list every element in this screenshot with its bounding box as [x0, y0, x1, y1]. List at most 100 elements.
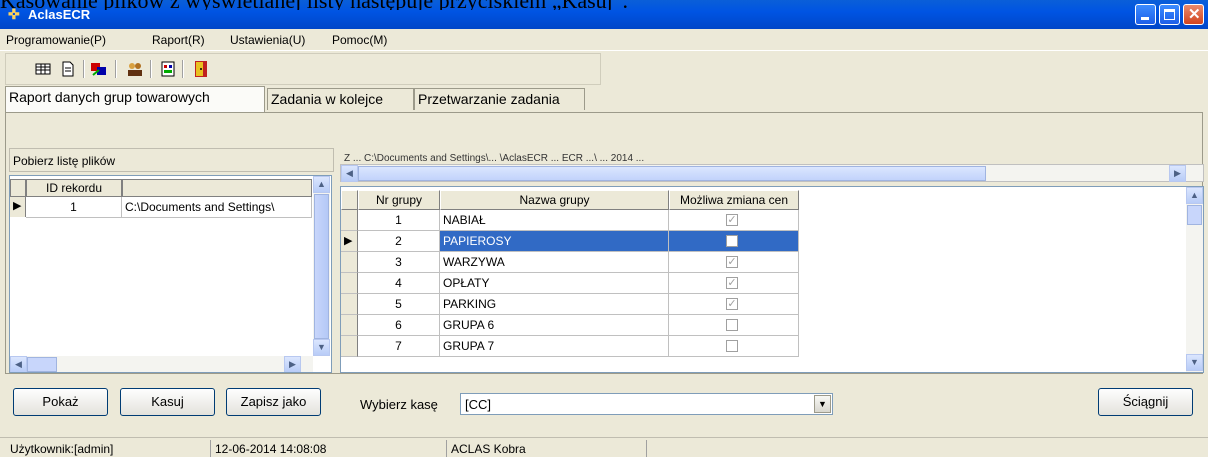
file-id-cell[interactable]: 1	[26, 197, 122, 218]
price-change-cell[interactable]: ✓	[669, 273, 799, 294]
product-groups-grid[interactable]: Nr grupy Nazwa grupy Możliwa zmiana cen …	[340, 186, 1204, 373]
menu-programowanie[interactable]: Programowanie(P)	[6, 33, 106, 47]
close-button[interactable]: ✕	[1183, 4, 1204, 25]
group-number-cell[interactable]: 6	[358, 315, 440, 336]
file-path-cell[interactable]: C:\Documents and Settings\	[122, 197, 312, 218]
row-indicator[interactable]	[341, 210, 358, 231]
checkbox-checked-icon[interactable]: ✓	[726, 298, 738, 310]
menu-raport[interactable]: Raport(R)	[152, 33, 205, 47]
toolbar-separator	[83, 60, 85, 78]
group-name-cell[interactable]: NABIAŁ	[440, 210, 669, 231]
group-name-cell[interactable]: PAPIEROSY	[440, 231, 669, 252]
maximize-button[interactable]	[1159, 4, 1180, 25]
group-number-cell[interactable]: 1	[358, 210, 440, 231]
cash-register-value: [CC]	[465, 397, 491, 412]
toolbar-separator	[182, 60, 184, 78]
price-change-cell[interactable]	[669, 315, 799, 336]
file-list-vscroll[interactable]: ▲ ▼	[313, 176, 330, 356]
status-empty-pane	[646, 440, 1201, 457]
checkbox-checked-icon[interactable]: ✓	[726, 256, 738, 268]
toolbar-separator	[115, 60, 117, 78]
cash-register-select[interactable]: [CC] ▼	[460, 393, 833, 415]
group-number-cell[interactable]: 2	[358, 231, 440, 252]
minimize-button[interactable]	[1135, 4, 1156, 25]
menu-ustawienia[interactable]: Ustawienia(U)	[230, 33, 305, 47]
group-name-cell[interactable]: WARZYWA	[440, 252, 669, 273]
checkbox-unchecked-icon[interactable]	[726, 340, 738, 352]
column-header-nr[interactable]: Nr grupy	[358, 190, 440, 210]
group-name-cell[interactable]: PARKING	[440, 294, 669, 315]
column-header-path[interactable]	[122, 179, 312, 197]
scroll-up-arrow-icon[interactable]: ▲	[1186, 187, 1203, 204]
path-hscroll[interactable]: ◀ ▶	[340, 164, 1204, 182]
group-number-cell[interactable]: 7	[358, 336, 440, 357]
cash-register-label: Wybierz kasę	[360, 397, 438, 412]
close-icon: ✕	[1188, 6, 1201, 23]
checkbox-checked-icon[interactable]: ✓	[726, 214, 738, 226]
row-indicator[interactable]: ▶	[341, 231, 358, 252]
table-icon[interactable]	[34, 60, 52, 78]
groups-vscroll[interactable]: ▲ ▼	[1186, 187, 1203, 372]
download-button[interactable]: Ściągnij	[1098, 388, 1193, 416]
scroll-down-arrow-icon[interactable]: ▼	[313, 339, 330, 356]
column-header-id[interactable]: ID rekordu	[26, 179, 122, 197]
checkbox-unchecked-icon[interactable]	[726, 319, 738, 331]
price-change-cell[interactable]: ✓	[669, 294, 799, 315]
menu-pomoc[interactable]: Pomoc(M)	[332, 33, 387, 47]
scroll-thumb[interactable]	[314, 194, 329, 339]
row-indicator: ▶	[10, 197, 26, 217]
maximize-icon	[1164, 9, 1175, 20]
price-change-cell[interactable]	[669, 231, 799, 252]
file-list-grid[interactable]: ID rekordu ▶ 1 C:\Documents and Settings…	[9, 175, 332, 373]
group-name-cell[interactable]: GRUPA 6	[440, 315, 669, 336]
row-indicator[interactable]	[341, 252, 358, 273]
row-indicator[interactable]	[341, 294, 358, 315]
file-list-header[interactable]: Pobierz listę plików	[9, 148, 334, 172]
column-header-price-change[interactable]: Możliwa zmiana cen	[669, 190, 799, 210]
row-header-corner	[10, 179, 26, 197]
scroll-down-arrow-icon[interactable]: ▼	[1186, 354, 1203, 371]
file-list-hscroll[interactable]: ◀ ▶	[10, 356, 313, 372]
chevron-down-icon[interactable]: ▼	[814, 395, 831, 413]
status-user: Użytkownik:[admin]	[10, 442, 114, 456]
exit-door-icon[interactable]	[192, 60, 210, 78]
group-name-cell[interactable]: OPŁATY	[440, 273, 669, 294]
scroll-right-arrow-icon[interactable]: ▶	[1169, 165, 1186, 182]
group-number-cell[interactable]: 3	[358, 252, 440, 273]
group-number-cell[interactable]: 4	[358, 273, 440, 294]
column-header-name[interactable]: Nazwa grupy	[440, 190, 669, 210]
show-button[interactable]: Pokaż	[13, 388, 108, 416]
row-indicator[interactable]	[341, 273, 358, 294]
group-name-cell[interactable]: GRUPA 7	[440, 336, 669, 357]
tab-group-report[interactable]: Raport danych grup towarowych	[5, 86, 265, 112]
checkbox-checked-icon[interactable]: ✓	[726, 277, 738, 289]
price-change-cell[interactable]: ✓	[669, 252, 799, 273]
scroll-left-arrow-icon[interactable]: ◀	[10, 356, 27, 372]
report-icon[interactable]	[159, 60, 177, 78]
row-indicator[interactable]	[341, 315, 358, 336]
transfer-icon[interactable]	[90, 60, 108, 78]
scroll-up-arrow-icon[interactable]: ▲	[313, 176, 330, 193]
scroll-left-arrow-icon[interactable]: ◀	[341, 165, 358, 182]
app-window: ✜ AclasECR ✕ Programowanie(P) Raport(R) …	[0, 0, 1208, 457]
tab-queue[interactable]: Zadania w kolejce	[267, 88, 414, 110]
status-bar: Użytkownik:[admin] 12-06-2014 14:08:08 A…	[0, 437, 1208, 457]
row-indicator[interactable]	[341, 336, 358, 357]
minimize-icon	[1141, 17, 1149, 20]
group-number-cell[interactable]: 5	[358, 294, 440, 315]
save-as-button[interactable]: Zapisz jako	[226, 388, 321, 416]
price-change-cell[interactable]: ✓	[669, 210, 799, 231]
users-icon[interactable]	[126, 60, 144, 78]
status-device: ACLAS Kobra	[446, 440, 526, 457]
scroll-thumb[interactable]	[358, 166, 986, 181]
delete-button[interactable]: Kasuj	[120, 388, 215, 416]
document-caption: Kasowanie plików z wyświetlanej listy na…	[0, 0, 628, 10]
tab-processing[interactable]: Przetwarzanie zadania	[414, 88, 585, 110]
scroll-thumb[interactable]	[27, 357, 57, 372]
scroll-right-arrow-icon[interactable]: ▶	[284, 356, 301, 372]
scroll-thumb[interactable]	[1187, 205, 1202, 225]
price-change-cell[interactable]	[669, 336, 799, 357]
checkbox-unchecked-icon[interactable]	[726, 235, 738, 247]
status-datetime: 12-06-2014 14:08:08	[210, 440, 326, 457]
document-icon[interactable]	[59, 60, 77, 78]
